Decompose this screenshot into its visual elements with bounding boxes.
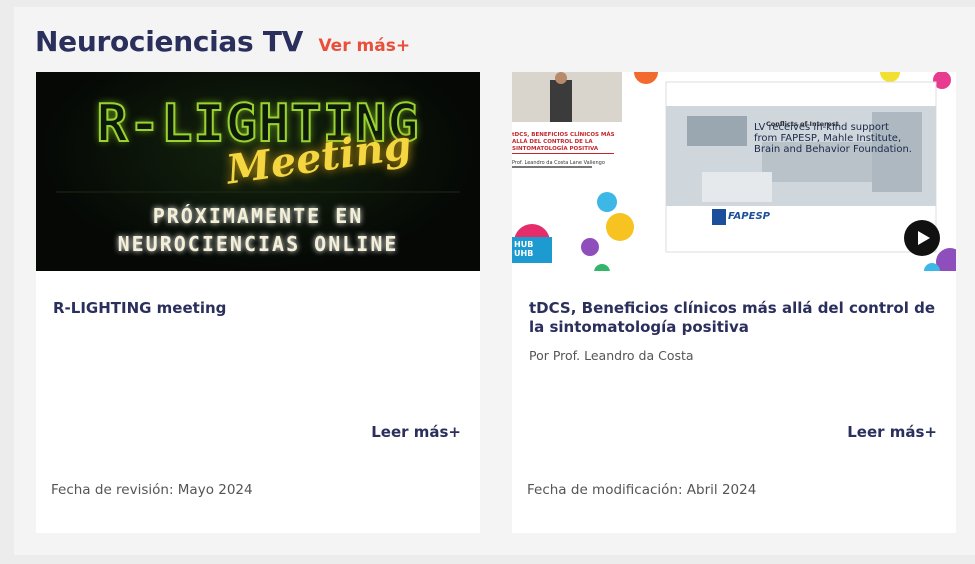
- slide-text: LV receives in-kind support from FAPESP,…: [754, 122, 912, 155]
- thumbnail-line-2: NEUROCIENCIAS ONLINE: [117, 232, 399, 256]
- card-date: Fecha de revisión: Mayo 2024: [51, 482, 253, 498]
- slide-presenter: Prof. Leandro da Costa Lane Valiengo: [512, 160, 620, 166]
- card-title[interactable]: tDCS, Beneficios clínicos más allá del c…: [529, 299, 941, 337]
- card-author: Por Prof. Leandro da Costa: [529, 348, 694, 363]
- video-card[interactable]: R-LIGHTING Meeting PRÓXIMAMENTE EN NEURO…: [36, 72, 480, 533]
- play-button[interactable]: [904, 220, 940, 256]
- thumbnail-line-1: PRÓXIMAMENTE EN: [152, 204, 364, 228]
- slide-graphics: [512, 72, 956, 271]
- slide-left-title: tDCS, BENEFICIOS CLÍNICOS MÁS ALLÁ DEL C…: [512, 132, 620, 153]
- hub-logo: HUB UHB: [514, 240, 534, 258]
- fapesp-logo: FAPESP: [728, 211, 770, 222]
- neurociencias-tv-section: Neurociencias TV Ver más+ R-LIGHTING Mee…: [14, 7, 975, 555]
- card-title[interactable]: R-LIGHTING meeting: [53, 299, 465, 318]
- video-card[interactable]: Conflicts of Interest LV receives in-kin…: [512, 72, 956, 533]
- read-more-link[interactable]: Leer más+: [847, 423, 937, 441]
- section-header: Neurociencias TV Ver más+: [35, 25, 410, 58]
- card-date: Fecha de modificación: Abril 2024: [527, 482, 757, 498]
- section-title: Neurociencias TV: [35, 25, 303, 58]
- video-thumbnail[interactable]: Conflicts of Interest LV receives in-kin…: [512, 72, 956, 271]
- read-more-link[interactable]: Leer más+: [371, 423, 461, 441]
- video-thumbnail[interactable]: R-LIGHTING Meeting PRÓXIMAMENTE EN NEURO…: [36, 72, 480, 271]
- see-more-link[interactable]: Ver más+: [318, 36, 410, 56]
